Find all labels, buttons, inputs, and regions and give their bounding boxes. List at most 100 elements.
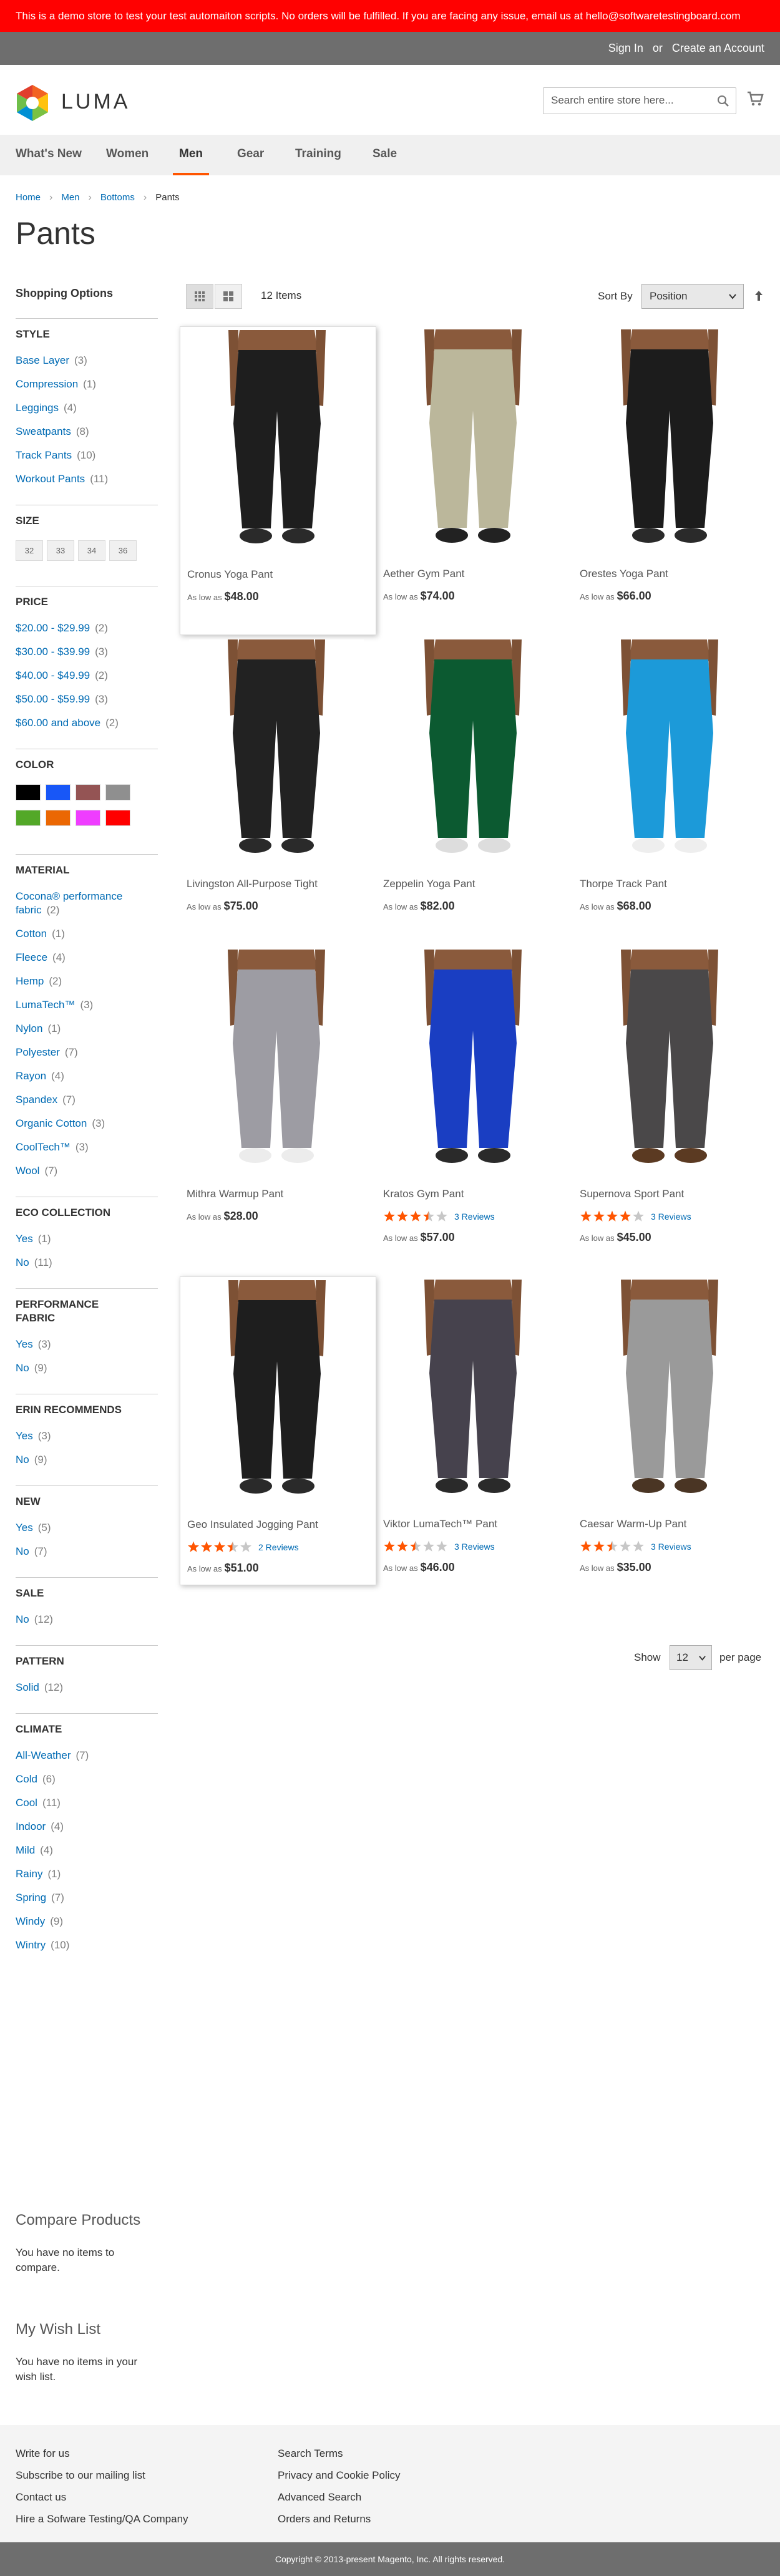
filter-option[interactable]: Windy (9) [16, 1915, 158, 1928]
filter-new-title[interactable]: New [16, 1495, 158, 1509]
filter-price-title[interactable]: Price [16, 595, 158, 609]
filter-option[interactable]: Spandex (7) [16, 1093, 158, 1107]
reviews-link[interactable]: 2 Reviews [258, 1542, 299, 1552]
breadcrumb-men[interactable]: Men [61, 192, 79, 203]
filter-option[interactable]: LumaTech™ (3) [16, 998, 158, 1012]
filter-option[interactable]: Rainy (1) [16, 1867, 158, 1881]
filter-option[interactable]: Fleece (4) [16, 951, 158, 965]
filter-option[interactable]: Organic Cotton (3) [16, 1117, 158, 1130]
filter-climate-title[interactable]: Climate [16, 1723, 158, 1736]
filter-option[interactable]: Hemp (2) [16, 975, 158, 988]
product-card[interactable]: Thorpe Track Pant As low as $68.00 [573, 636, 769, 945]
product-name-link[interactable]: Cronus Yoga Pant [187, 568, 273, 581]
filter-option[interactable]: Track Pants (10) [16, 449, 158, 462]
filter-size-title[interactable]: Size [16, 514, 158, 528]
filter-option[interactable]: Compression (1) [16, 377, 158, 391]
filter-option[interactable]: Wool (7) [16, 1164, 158, 1178]
product-name-link[interactable]: Geo Insulated Jogging Pant [187, 1519, 318, 1531]
color-swatch[interactable] [105, 810, 130, 826]
color-swatch[interactable] [105, 784, 130, 800]
filter-option[interactable]: Yes (5) [16, 1521, 158, 1535]
nav-whats-new[interactable]: What's New [16, 135, 82, 175]
list-view-button[interactable] [215, 284, 242, 309]
filter-option[interactable]: Cocona® performance fabric (2) [16, 890, 158, 917]
filter-option[interactable]: Base Layer (3) [16, 354, 158, 367]
product-card[interactable]: Orestes Yoga Pant As low as $66.00 [573, 326, 769, 635]
filter-option[interactable]: Workout Pants (11) [16, 472, 158, 486]
filter-option[interactable]: Wintry (10) [16, 1938, 158, 1952]
sign-in-link[interactable]: Sign In [608, 42, 643, 54]
nav-gear[interactable]: Gear [237, 135, 264, 175]
footer-link-search-terms[interactable]: Search Terms [278, 2442, 401, 2464]
product-image[interactable] [190, 330, 364, 558]
filter-option[interactable]: Yes (3) [16, 1429, 158, 1443]
breadcrumb-home[interactable]: Home [16, 192, 41, 203]
product-name-link[interactable]: Livingston All-Purpose Tight [187, 878, 318, 890]
color-swatch[interactable] [76, 810, 100, 826]
search-box[interactable] [543, 87, 736, 114]
product-card[interactable]: Cronus Yoga Pant As low as $48.00 [180, 326, 376, 635]
filter-color-title[interactable]: Color [16, 758, 158, 772]
product-card[interactable]: Aether Gym Pant As low as $74.00 [376, 326, 573, 635]
product-image[interactable] [582, 950, 757, 1177]
nav-sale[interactable]: Sale [373, 135, 397, 175]
filter-option[interactable]: $60.00 and above (2) [16, 716, 158, 730]
filter-option[interactable]: Cool (11) [16, 1796, 158, 1810]
sort-by-select[interactable]: Position [641, 284, 744, 309]
footer-link-contact[interactable]: Contact us [16, 2486, 188, 2508]
reviews-link[interactable]: 3 Reviews [454, 1542, 495, 1552]
filter-option[interactable]: Yes (3) [16, 1338, 158, 1351]
product-card[interactable]: Geo Insulated Jogging Pant 2 Reviews As lo… [180, 1276, 376, 1585]
filter-option[interactable]: Sweatpants (8) [16, 425, 158, 439]
product-image[interactable] [386, 950, 560, 1177]
product-name-link[interactable]: Viktor LumaTech™ Pant [383, 1518, 497, 1530]
size-swatch[interactable]: 33 [47, 540, 74, 561]
product-card[interactable]: Supernova Sport Pant 3 Reviews As low as $4… [573, 946, 769, 1255]
filter-style-title[interactable]: Style [16, 328, 158, 341]
size-swatch[interactable]: 32 [16, 540, 43, 561]
filter-option[interactable]: Solid (12) [16, 1681, 158, 1694]
size-swatch[interactable]: 34 [78, 540, 105, 561]
product-name-link[interactable]: Mithra Warmup Pant [187, 1188, 283, 1200]
product-image[interactable] [386, 1280, 560, 1507]
filter-option[interactable]: $50.00 - $59.99 (3) [16, 693, 158, 706]
product-card[interactable]: Livingston All-Purpose Tight As low as $75… [180, 636, 376, 945]
product-name-link[interactable]: Caesar Warm-Up Pant [580, 1518, 686, 1530]
filter-option[interactable]: CoolTech™ (3) [16, 1140, 158, 1154]
product-card[interactable]: Caesar Warm-Up Pant 3 Reviews As low as $35… [573, 1276, 769, 1585]
nav-women[interactable]: Women [106, 135, 149, 175]
filter-option[interactable]: Mild (4) [16, 1844, 158, 1857]
create-account-link[interactable]: Create an Account [672, 42, 764, 54]
product-image[interactable] [582, 1280, 757, 1507]
product-name-link[interactable]: Supernova Sport Pant [580, 1188, 684, 1200]
reviews-link[interactable]: 3 Reviews [651, 1542, 691, 1552]
product-card[interactable]: Kratos Gym Pant 3 Reviews As low as $57.00 [376, 946, 573, 1255]
footer-link-advanced-search[interactable]: Advanced Search [278, 2486, 401, 2508]
color-swatch[interactable] [46, 784, 71, 800]
filter-material-title[interactable]: Material [16, 863, 158, 877]
footer-link-write-for-us[interactable]: Write for us [16, 2442, 188, 2464]
filter-option[interactable]: Cold (6) [16, 1772, 158, 1786]
color-swatch[interactable] [76, 784, 100, 800]
search-icon[interactable] [717, 95, 729, 107]
reviews-link[interactable]: 3 Reviews [651, 1212, 691, 1222]
filter-option[interactable]: No (7) [16, 1545, 158, 1558]
nav-training[interactable]: Training [295, 135, 341, 175]
product-name-link[interactable]: Aether Gym Pant [383, 568, 464, 580]
search-input[interactable] [551, 94, 710, 107]
product-name-link[interactable]: Orestes Yoga Pant [580, 568, 668, 580]
filter-option[interactable]: No (9) [16, 1361, 158, 1375]
product-image[interactable] [386, 329, 560, 557]
product-card[interactable]: Viktor LumaTech™ Pant 3 Reviews As low as $… [376, 1276, 573, 1585]
filter-pattern-title[interactable]: Pattern [16, 1655, 158, 1668]
product-name-link[interactable]: Zeppelin Yoga Pant [383, 878, 475, 890]
filter-option[interactable]: Spring (7) [16, 1891, 158, 1905]
filter-sale-title[interactable]: Sale [16, 1587, 158, 1600]
filter-option[interactable]: No (9) [16, 1453, 158, 1467]
footer-link-hire[interactable]: Hire a Sofware Testing/QA Company [16, 2508, 188, 2530]
filter-eco-title[interactable]: Eco Collection [16, 1206, 158, 1220]
product-name-link[interactable]: Thorpe Track Pant [580, 878, 667, 890]
filter-option[interactable]: $30.00 - $39.99 (3) [16, 645, 158, 659]
nav-men[interactable]: Men [173, 135, 209, 175]
sort-direction-arrow-icon[interactable] [753, 289, 765, 303]
